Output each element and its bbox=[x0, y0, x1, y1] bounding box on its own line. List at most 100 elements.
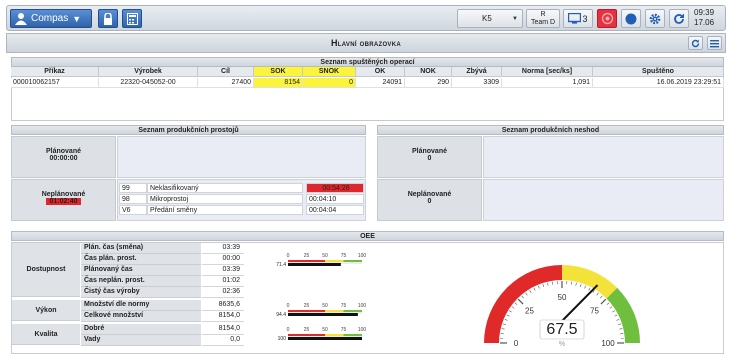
downtime-code: 98 bbox=[119, 194, 147, 204]
gauge-tick bbox=[501, 328, 505, 330]
title-refresh-button[interactable] bbox=[688, 36, 703, 50]
settings-button[interactable] bbox=[645, 9, 665, 28]
oee-row-value: 8635,6 bbox=[202, 300, 244, 311]
calculator-icon bbox=[126, 12, 138, 25]
bar-yellow-band bbox=[325, 260, 344, 262]
downtime-name: Neklasifikovaný bbox=[147, 183, 303, 193]
gauge-tick bbox=[612, 310, 616, 313]
gauge-tick bbox=[614, 314, 618, 317]
nonconform-planned-panel bbox=[483, 136, 724, 178]
alarm-icon bbox=[601, 12, 613, 25]
gauge-tick bbox=[609, 306, 613, 309]
oee-row-value: 8154,0 bbox=[202, 324, 244, 335]
table-cell: 0 bbox=[303, 78, 356, 88]
oee-row-value: 02:36 bbox=[202, 287, 244, 298]
chevron-down-icon: ▼ bbox=[512, 15, 518, 22]
gauge-tick bbox=[521, 295, 524, 299]
gear-icon bbox=[649, 13, 661, 24]
bar-fill bbox=[288, 263, 341, 266]
bar-tick-label: 25 bbox=[304, 303, 310, 309]
gauge-tick bbox=[616, 318, 620, 321]
bar-value-label: 100 bbox=[278, 336, 287, 342]
top-toolbar: Compas ▼ K5 ▼ R Team D 3 09:39 17.06 bbox=[6, 5, 726, 31]
downtime-name: Mikroprostoj bbox=[147, 194, 303, 204]
column-header: Výrobek bbox=[99, 67, 198, 77]
oee-row-label: Celkové množství bbox=[81, 311, 201, 322]
page-title-bar: Hlavní obrazovka bbox=[6, 33, 726, 53]
bar-fill bbox=[288, 337, 362, 340]
table-cell: 16.06.2019 23:29:51 bbox=[593, 78, 724, 88]
user-menu-button[interactable]: Compas ▼ bbox=[10, 9, 92, 28]
bar-tick-label: 0 bbox=[287, 303, 290, 309]
gauge-tick bbox=[537, 285, 540, 289]
bar-green-band bbox=[343, 260, 362, 262]
refresh-button[interactable] bbox=[669, 9, 689, 28]
bar-tick-label: 25 bbox=[304, 327, 310, 333]
bar-tick-label: 75 bbox=[341, 327, 347, 333]
nonconform-unplanned-panel bbox=[483, 179, 724, 221]
downtime-header: Seznam produkčních prostojů bbox=[11, 125, 366, 135]
oee-row-label: Čistý čas výroby bbox=[81, 287, 201, 298]
nonconform-unplanned-label: Neplánované bbox=[407, 191, 452, 198]
table-cell: 290 bbox=[405, 78, 452, 88]
downtime-unplanned-label: Neplánované bbox=[41, 191, 86, 198]
oee-row-value: 00:00 bbox=[202, 254, 244, 265]
station-select[interactable]: K5 ▼ bbox=[457, 9, 523, 28]
bar-tick-label: 75 bbox=[341, 303, 347, 309]
table-cell: 3309 bbox=[452, 78, 502, 88]
refresh-icon bbox=[674, 13, 684, 24]
bar-tick-label: 50 bbox=[322, 253, 328, 259]
column-header: SNOK bbox=[303, 67, 356, 77]
moon-icon bbox=[625, 13, 637, 24]
menu-button[interactable] bbox=[707, 36, 722, 50]
lock-button[interactable] bbox=[98, 9, 118, 28]
gauge-tick bbox=[542, 283, 545, 287]
gauge-tick bbox=[529, 289, 532, 293]
table-cell: 8154 bbox=[254, 78, 303, 88]
downtime-planned-block: Plánované 00:00:00 bbox=[11, 136, 116, 178]
oee-group-label: Výkon bbox=[12, 300, 80, 321]
oee-bars: 0 25 50 75 10071.40 25 50 75 10094.40 25 50 75 10010… bbox=[276, 253, 366, 342]
bar-tick-label: 75 bbox=[341, 253, 347, 259]
team-indicator[interactable]: R Team D bbox=[526, 9, 560, 28]
gauge-tick bbox=[596, 292, 599, 296]
gauge-tick bbox=[525, 292, 528, 296]
shift-button[interactable] bbox=[621, 9, 641, 28]
column-header: Norma [sec/ks] bbox=[502, 67, 593, 77]
gauge-tick bbox=[508, 310, 512, 313]
screens-button[interactable]: 3 bbox=[563, 9, 593, 28]
column-header: OK bbox=[356, 67, 405, 77]
gauge-tick bbox=[600, 295, 603, 299]
column-header: Příkaz bbox=[11, 67, 99, 77]
alarm-button[interactable] bbox=[597, 9, 617, 28]
bar-tick-label: 0 bbox=[287, 327, 290, 333]
nonconform-planned-block: Plánované 0 bbox=[377, 136, 482, 178]
team-label: Team D bbox=[530, 18, 556, 26]
clock: 09:39 17.06 bbox=[694, 8, 726, 28]
bar-tick-label: 50 bbox=[322, 303, 328, 309]
table-cell: 27400 bbox=[198, 78, 254, 88]
bar-tick-label: 50 bbox=[322, 327, 328, 333]
downtime-time: 00:04:04 bbox=[306, 205, 364, 215]
bar-tick-label: 25 bbox=[304, 253, 310, 259]
user-icon bbox=[15, 13, 27, 25]
gauge-tick bbox=[514, 302, 518, 305]
oee-row-label: Dobré bbox=[81, 324, 201, 335]
nonconform-planned-label: Plánované bbox=[411, 148, 447, 155]
downtime-item: V6 Předání směny 00:04:04 bbox=[118, 205, 367, 215]
gauge-tick bbox=[504, 318, 508, 321]
bar-green-band bbox=[343, 310, 362, 312]
gauge-tick bbox=[606, 302, 610, 305]
gauge-tick bbox=[511, 306, 515, 309]
calculator-button[interactable] bbox=[122, 9, 142, 28]
column-header: SOK bbox=[254, 67, 303, 77]
chevron-down-icon: ▼ bbox=[72, 13, 82, 24]
downtime-planned-label: Plánované bbox=[45, 148, 81, 155]
oee-row-label: Množství dle normy bbox=[81, 300, 201, 311]
oee-row-value: 0,0 bbox=[202, 335, 244, 346]
oee-row-value: 01:02 bbox=[202, 276, 244, 287]
gauge-needle bbox=[561, 284, 599, 322]
oee-row-label: Plán. čas (směna) bbox=[81, 243, 201, 254]
downtime-item: 99 Neklasifikovaný 00:54:26 bbox=[118, 183, 367, 193]
page-title: Hlavní obrazovka bbox=[330, 38, 402, 48]
